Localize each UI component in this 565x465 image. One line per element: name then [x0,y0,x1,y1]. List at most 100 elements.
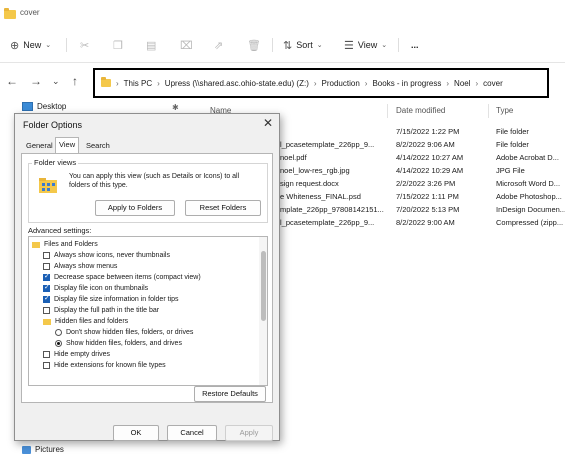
checkbox-checked[interactable] [43,272,50,281]
radio-button[interactable] [55,329,62,336]
pictures-icon [22,445,31,454]
adv-checkbox-full-path[interactable]: Display the full path in the title bar [43,305,159,316]
share-button[interactable]: ⇗ [214,36,223,54]
pin-icon: ✱ [172,103,179,112]
advanced-settings-list[interactable]: Files and Folders Always show icons, nev… [28,236,268,386]
plus-circle-icon: ⊕ [10,39,20,52]
apply-button[interactable]: Apply [225,425,273,441]
adv-item-label: Hide extensions for known file types [54,362,166,369]
file-date: 4/14/2022 10:29 AM [396,166,464,175]
breadcrumb-cover[interactable]: cover [483,79,503,88]
checkbox[interactable] [43,263,50,270]
close-icon[interactable]: ✕ [263,116,273,130]
scrollbar-thumb[interactable] [261,251,266,321]
folder-icon [43,318,51,325]
more-options-button[interactable]: ... [411,36,419,54]
checkbox[interactable] [43,307,50,314]
restore-defaults-button[interactable]: Restore Defaults [194,386,266,402]
adv-item-label: Display file icon on thumbnails [54,285,149,292]
folder-views-group: You can apply this view (such as Details… [28,163,268,223]
cancel-button[interactable]: Cancel [167,425,217,441]
breadcrumb-production[interactable]: Production [322,79,360,88]
checkbox[interactable] [43,362,50,369]
file-type: Adobe Photoshop... [496,192,562,201]
paste-button[interactable]: ▤ [146,36,156,54]
adv-radio-show-hidden[interactable]: Show hidden files, folders, and drives [55,338,182,349]
nav-item-pictures[interactable]: Pictures [22,445,64,454]
rename-button[interactable]: ⌧ [180,36,193,54]
scrollbar[interactable] [259,237,267,385]
file-type: File folder [496,127,529,136]
sort-button[interactable]: ⇅ Sort ⌄ [283,36,323,54]
adv-checkbox-file-icon-thumbnails[interactable]: Display file icon on thumbnails [43,283,148,294]
checkbox-checked[interactable] [43,283,50,292]
toolbar-divider [398,38,399,52]
adv-checkbox-always-show-icons[interactable]: Always show icons, never thumbnails [43,250,170,261]
tab-search[interactable]: Search [83,139,113,153]
breadcrumb-this-pc[interactable]: This PC [124,79,152,88]
folder-icon [4,8,16,19]
tab-general[interactable]: General [23,139,56,153]
column-header-date[interactable]: Date modified [396,106,445,115]
back-arrow-icon[interactable]: ← [6,74,18,88]
breadcrumb-books-in-progress[interactable]: Books - in progress [372,79,441,88]
checkbox-checked[interactable] [43,294,50,303]
nav-item-desktop[interactable]: Desktop [22,102,66,111]
folder-icon [32,241,40,248]
adv-radio-dont-show-hidden[interactable]: Don't show hidden files, folders, or dri… [55,327,193,338]
folder-views-icon [39,178,57,193]
adv-item-label: Always show menus [54,263,118,270]
adv-checkbox-hide-extensions[interactable]: Hide extensions for known file types [43,360,166,371]
view-button[interactable]: ☰ View ⌄ [344,36,387,54]
recent-chevron-icon[interactable]: ⌄ [52,76,60,87]
adv-checkbox-compact-view[interactable]: Decrease space between items (compact vi… [43,272,201,283]
adv-checkbox-hide-empty-drives[interactable]: Hide empty drives [43,349,110,360]
radio-button-selected[interactable] [55,340,62,347]
copy-button[interactable]: ❐ [113,36,123,54]
apply-to-folders-button[interactable]: Apply to Folders [95,200,175,216]
file-name: noel.pdf [280,153,307,162]
adv-item-label: Hide empty drives [54,351,111,358]
breadcrumb-noel[interactable]: Noel [454,79,470,88]
adv-item-label: Files and Folders [44,241,98,248]
new-button[interactable]: ⊕ New ⌄ [10,36,51,54]
adv-checkbox-always-show-menus[interactable]: Always show menus [43,261,117,272]
checkbox[interactable] [43,252,50,259]
reset-folders-button[interactable]: Reset Folders [185,200,261,216]
chevron-right-icon: › [157,78,160,88]
file-date: 7/20/2022 5:13 PM [396,205,460,214]
chevron-right-icon: › [364,78,368,88]
copy-icon: ❐ [113,39,123,52]
checkbox[interactable] [43,351,50,358]
folder-views-description: You can apply this view (such as Details… [69,173,240,189]
chevron-down-icon: ⌄ [381,42,388,49]
clipboard-icon: ▤ [146,39,157,52]
view-icon: ☰ [344,39,354,52]
folder-views-legend: Folder views [32,158,79,167]
adv-item-label: Hidden files and folders [55,318,129,325]
desktop-icon [22,102,33,111]
adv-checkbox-file-size-info[interactable]: Display file size information in folder … [43,294,179,305]
column-header-type[interactable]: Type [496,106,513,115]
delete-button[interactable]: 🗑 [247,36,261,54]
adv-item-label: Don't show hidden files, folders, or dri… [66,329,194,336]
file-date: 8/2/2022 9:06 AM [396,140,455,149]
tab-view[interactable]: View [55,137,80,154]
cut-button[interactable]: ✂ [80,36,89,54]
file-name: l_pcasetemplate_226pp_9... [280,218,375,227]
view-tab-panel: You can apply this view (such as Details… [21,153,273,403]
command-bar: ⊕ New ⌄ ✂ ❐ ▤ ⌧ ⇗ 🗑 ⇅ Sort ⌄ ☰ View ⌄ ..… [0,28,565,63]
forward-arrow-icon[interactable]: → [30,74,42,88]
dialog-title: Folder Options [23,120,83,130]
address-bar[interactable]: › This PC › Upress (\\shared.asc.ohio-st… [93,68,549,98]
adv-item-label: Show hidden files, folders, and drives [66,340,182,347]
file-type: File folder [496,140,529,149]
up-arrow-icon[interactable]: ↑ [72,74,78,88]
breadcrumb-upress[interactable]: Upress (\\shared.asc.ohio-state.edu) (Z:… [165,79,309,88]
file-date: 7/15/2022 1:22 PM [396,127,460,136]
adv-item-label: Display the full path in the title bar [54,307,160,314]
ok-button[interactable]: OK [113,425,159,441]
file-date: 8/2/2022 9:00 AM [396,218,455,227]
chevron-right-icon: › [446,78,450,88]
file-type: Adobe Acrobat D... [496,153,559,162]
